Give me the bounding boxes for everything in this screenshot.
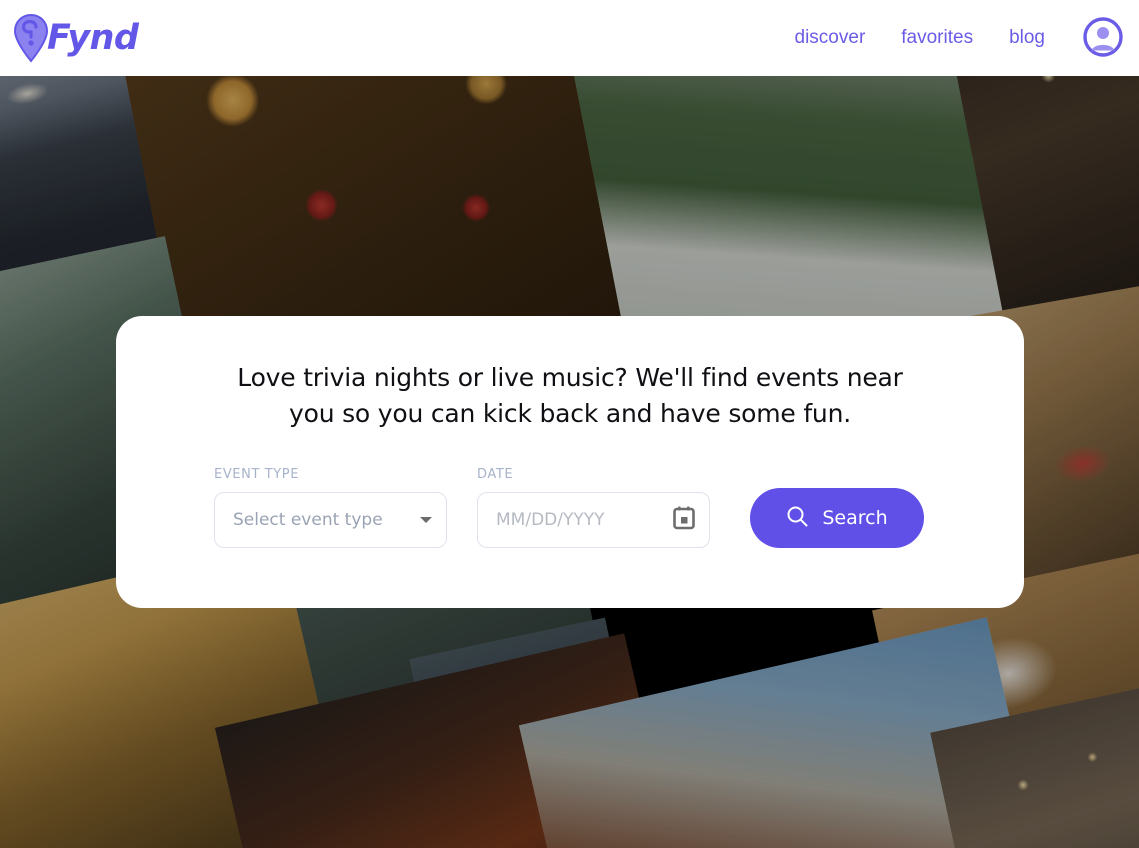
event-type-field: EVENT TYPE Select event type [214, 467, 447, 548]
brand-name: Fynd [47, 17, 139, 58]
nav-link-discover[interactable]: discover [777, 21, 884, 55]
event-type-label: EVENT TYPE [214, 467, 300, 482]
page-root: Fynd discover favorites blog Love trivia… [0, 0, 1139, 848]
search-card: Love trivia nights or live music? We'll … [116, 316, 1024, 608]
main-navigation: discover favorites blog [777, 16, 1125, 60]
account-button[interactable] [1081, 16, 1125, 60]
event-type-select[interactable]: Select event type [214, 492, 447, 548]
user-avatar-icon [1082, 16, 1124, 61]
date-label: DATE [477, 467, 514, 482]
search-button-label: Search [822, 507, 888, 529]
calendar-icon[interactable] [673, 506, 695, 535]
search-icon [786, 505, 808, 532]
map-pin-icon [12, 13, 50, 63]
date-input-wrapper[interactable] [477, 492, 710, 548]
search-form: EVENT TYPE Select event type DATE MM/DD/… [212, 467, 928, 548]
brand-logo[interactable]: Fynd [12, 13, 139, 63]
date-input[interactable] [496, 510, 665, 530]
search-button[interactable]: Search [750, 488, 924, 548]
site-header: Fynd discover favorites blog [0, 0, 1139, 76]
event-type-placeholder: Select event type [233, 510, 383, 530]
chevron-down-icon [420, 517, 432, 523]
date-field: DATE [477, 467, 710, 548]
hero-headline: Love trivia nights or live music? We'll … [237, 363, 903, 428]
nav-link-favorites[interactable]: favorites [883, 21, 991, 55]
nav-link-blog[interactable]: blog [991, 21, 1063, 55]
